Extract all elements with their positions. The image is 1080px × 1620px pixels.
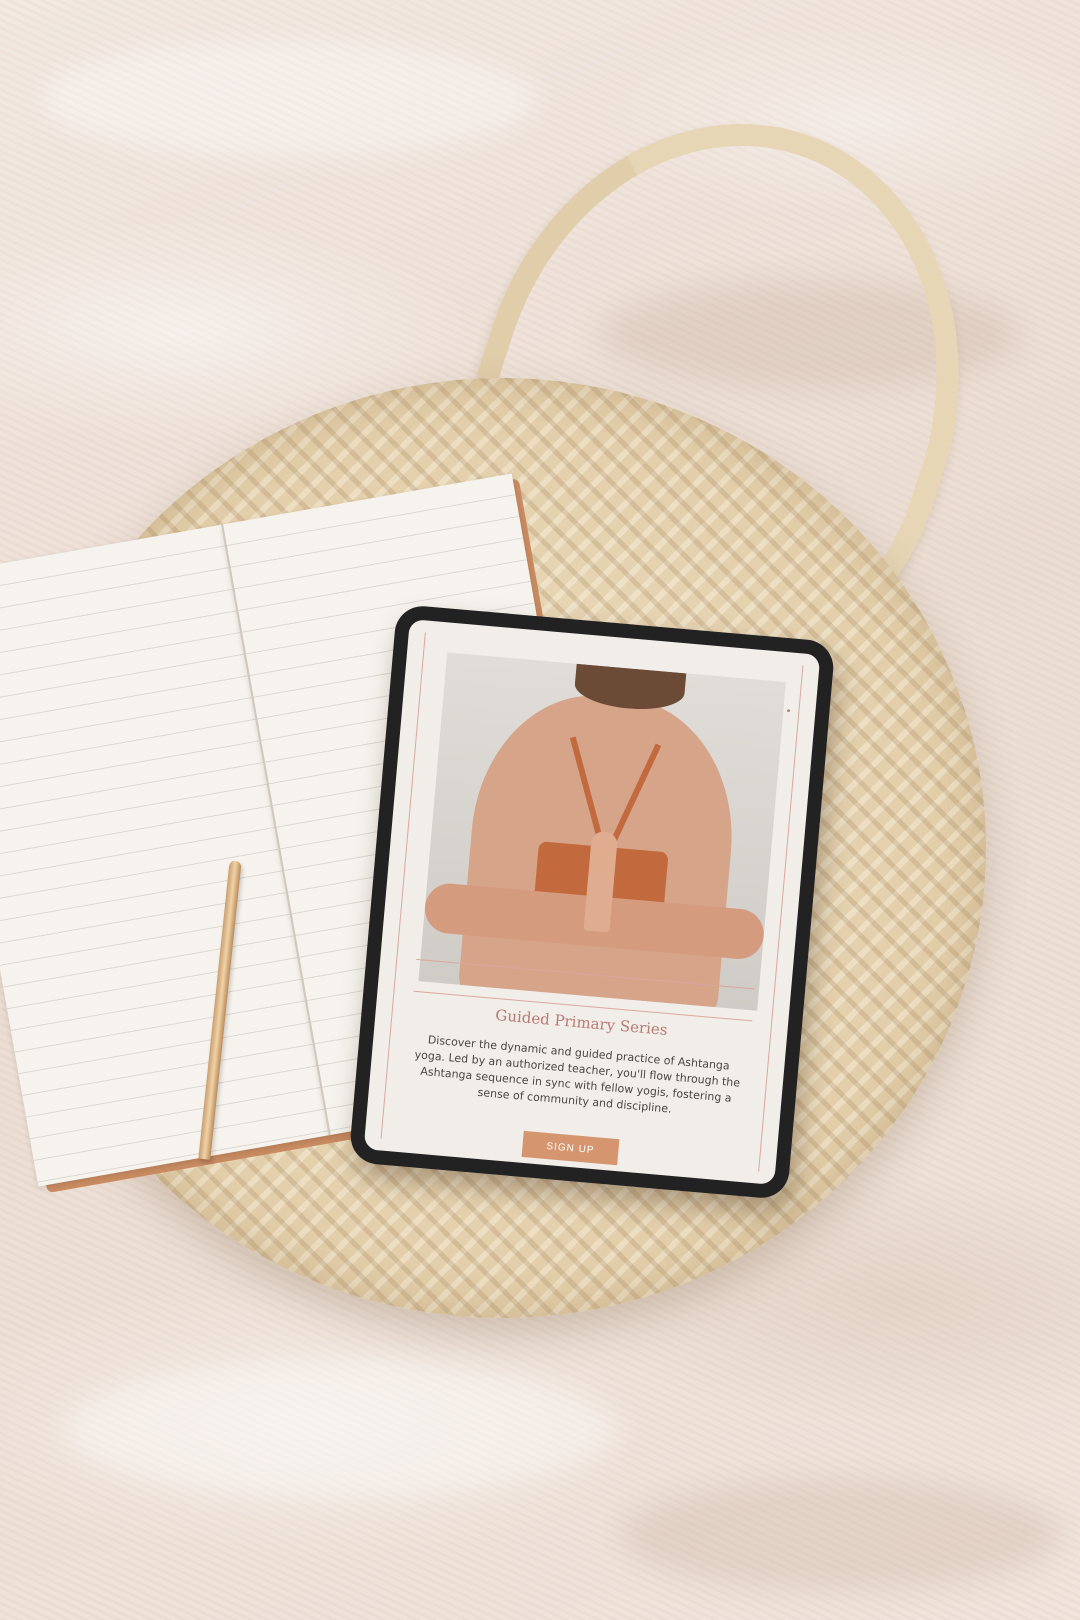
yoga-photo bbox=[418, 652, 786, 1011]
blanket-fold bbox=[620, 1480, 1060, 1590]
blanket-fold bbox=[60, 1360, 620, 1500]
blanket-fold bbox=[40, 40, 540, 160]
tablet-screen: • • • Guided Primary Series Discover the… bbox=[363, 619, 821, 1185]
tablet-device: • • • Guided Primary Series Discover the… bbox=[348, 603, 836, 1201]
